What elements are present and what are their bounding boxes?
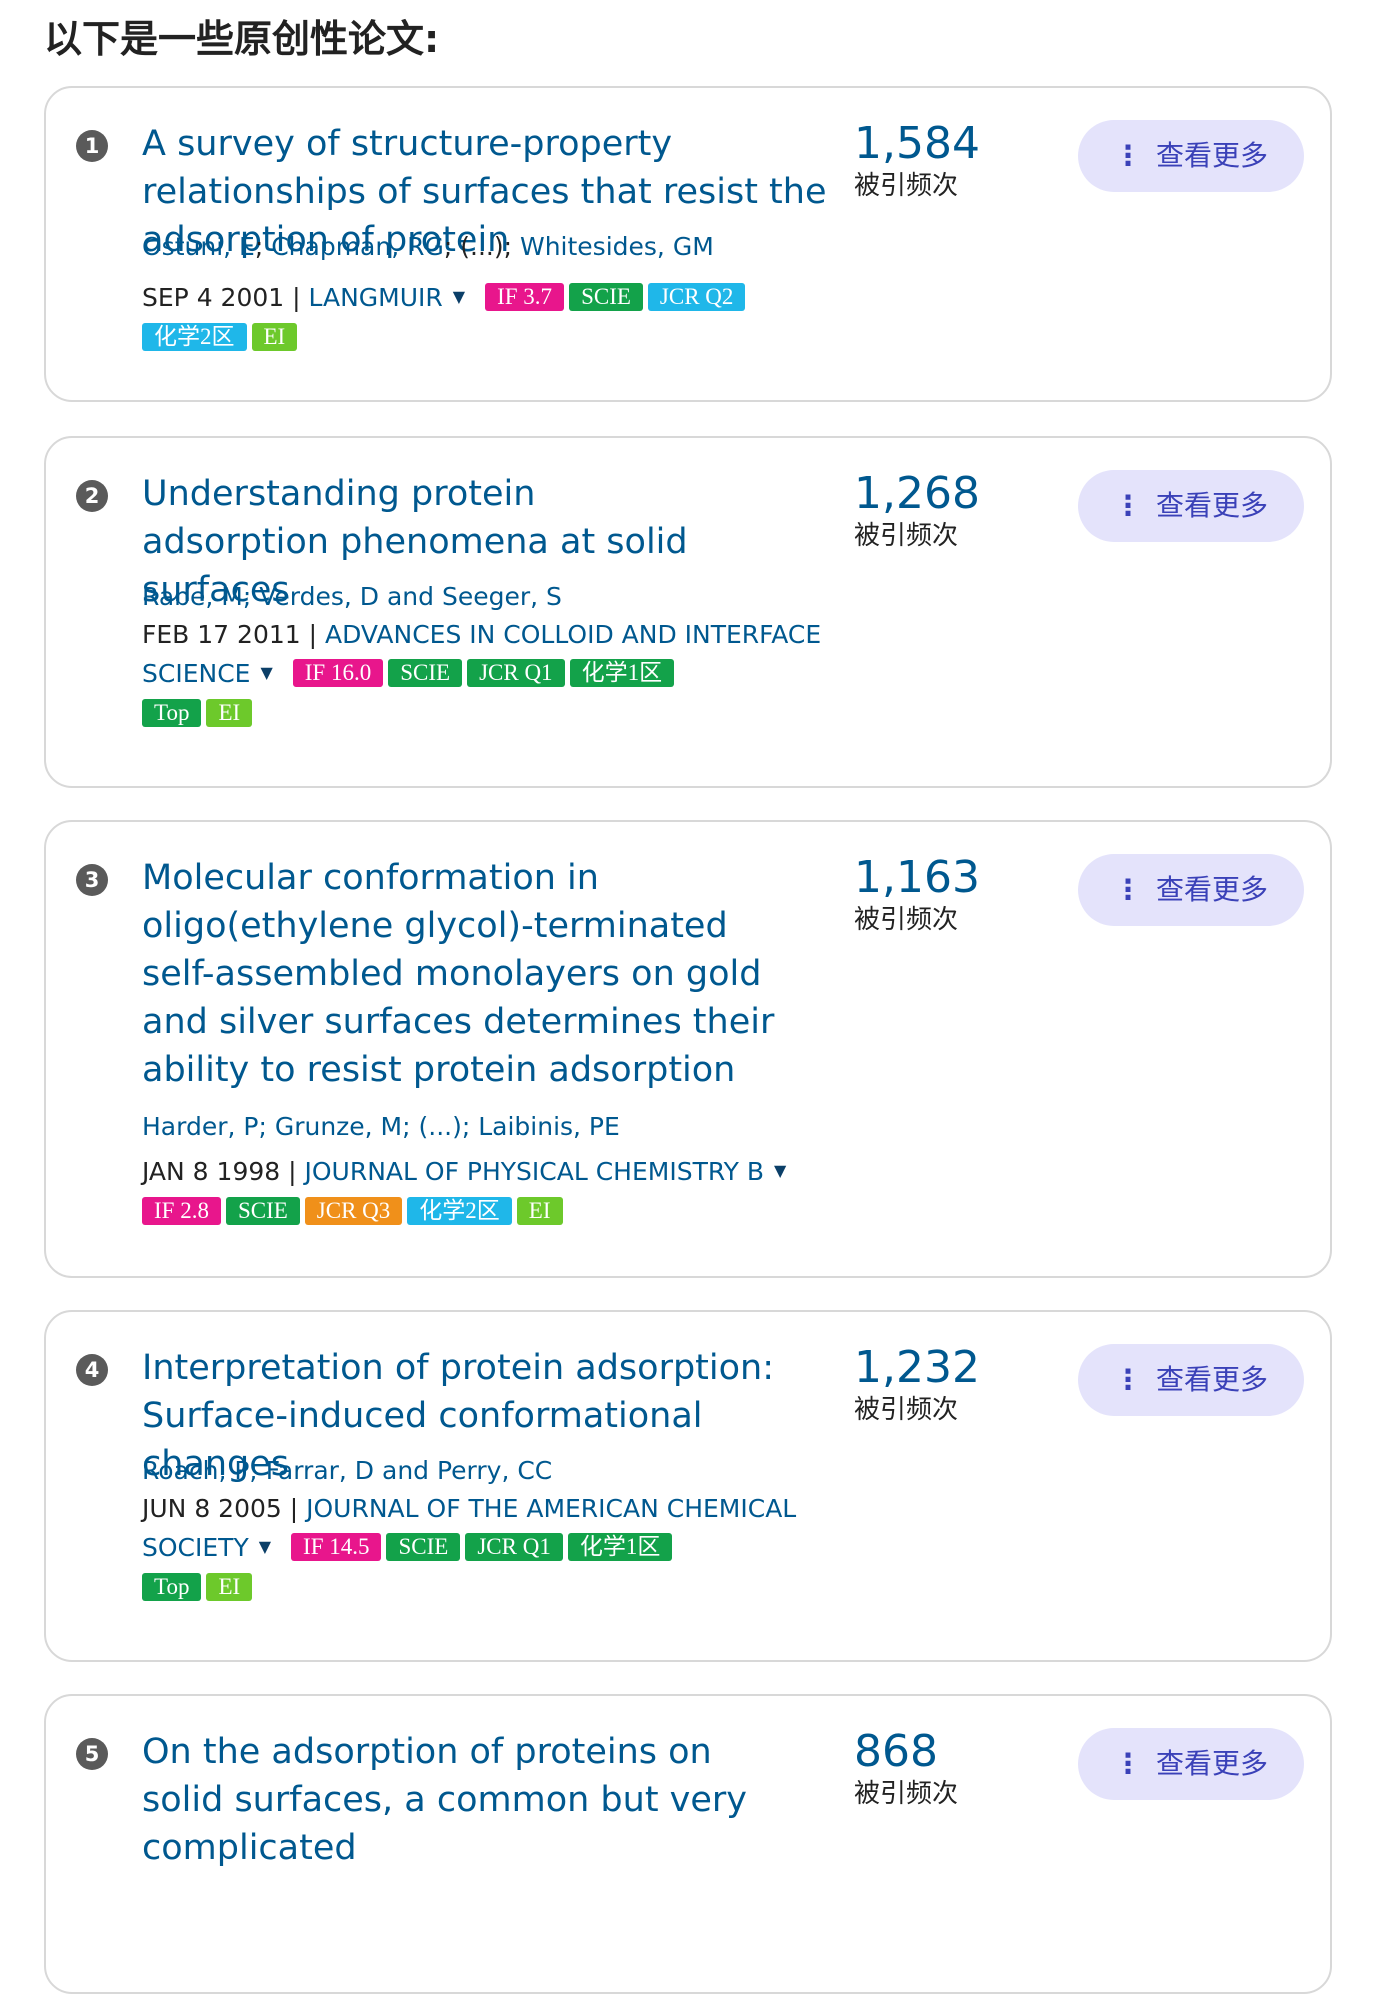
pub-date: JAN 8 1998 [142,1157,281,1186]
citation-block: 1,584 被引频次 [854,118,980,202]
top-badge: Top [142,699,202,727]
citation-label: 被引频次 [854,521,959,551]
author-link[interactable]: Ostuni, E [142,232,255,261]
caret-down-icon[interactable]: ▼ [774,1152,786,1190]
citation-count[interactable]: 1,268 [854,468,980,520]
scie-badge: SCIE [388,659,463,687]
paper-authors[interactable]: Rabe, M; Verdes, D and Seeger, S [142,582,842,611]
citation-label: 被引频次 [854,171,959,201]
citation-count[interactable]: 1,163 [854,852,980,904]
view-more-button[interactable]: ⋮ 查看更多 [1078,470,1304,542]
paper-meta: JAN 8 1998 | JOURNAL OF PHYSICAL CHEMIST… [142,1152,842,1231]
cas-zone-badge: 化学2区 [142,323,247,351]
citation-block: 868 被引频次 [854,1726,958,1810]
paper-meta: JUN 8 2005 | JOURNAL OF THE AMERICAN CHE… [142,1494,797,1601]
journal-link[interactable]: LANGMUIR [309,283,443,312]
vertical-ellipsis-icon: ⋮ [1113,489,1142,522]
author-link[interactable]: Whitesides, GM [520,232,714,261]
paper-card-4: 4 Interpretation of protein adsorption: … [44,1310,1332,1662]
impact-factor-badge: IF 2.8 [142,1197,221,1225]
view-more-button[interactable]: ⋮ 查看更多 [1078,854,1304,926]
paper-meta: SEP 4 2001 | LANGMUIR ▼ IF 3.7 SCIE JCR Q2 化… [142,278,842,357]
pub-date: FEB 17 2011 [142,620,301,649]
view-more-label: 查看更多 [1155,489,1268,522]
view-more-label: 查看更多 [1155,1747,1268,1780]
paper-card-3: 3 Molecular conformation in oligo(ethyle… [44,820,1332,1278]
author-link[interactable]: Chapman, RG [271,232,444,261]
paper-card-1: 1 A survey of structure-property relatio… [44,86,1332,402]
ei-badge: EI [516,1197,563,1225]
scie-badge: SCIE [386,1533,461,1561]
view-more-label: 查看更多 [1155,1363,1268,1396]
paper-authors: Ostuni, E; Chapman, RG; (...); Whiteside… [142,232,714,261]
page: 以下是一些原创性论文: 1 A survey of structure-prop… [0,0,1380,1994]
vertical-ellipsis-icon: ⋮ [1113,139,1142,172]
cas-zone-badge: 化学1区 [569,659,675,687]
citation-label: 被引频次 [854,1395,959,1425]
ei-badge: EI [251,323,298,351]
vertical-ellipsis-icon: ⋮ [1113,1747,1142,1780]
journal-link[interactable]: JOURNAL OF PHYSICAL CHEMISTRY B [305,1157,765,1186]
impact-factor-badge: IF 14.5 [291,1533,382,1561]
paper-number-badge: 5 [76,1738,108,1770]
authors-ellipsis[interactable]: (...) [460,232,503,261]
page-heading: 以下是一些原创性论文: [44,17,440,61]
paper-card-5: 5 On the adsorption of proteins on solid… [44,1694,1332,1994]
paper-authors[interactable]: Harder, P; Grunze, M; (...); Laibinis, P… [142,1112,842,1141]
vertical-ellipsis-icon: ⋮ [1113,1363,1142,1396]
cas-zone-badge: 化学1区 [567,1533,673,1561]
paper-authors[interactable]: Roach, P; Farrar, D and Perry, CC [142,1456,842,1485]
paper-title-link[interactable]: On the adsorption of proteins on solid s… [142,1728,792,1872]
caret-down-icon[interactable]: ▼ [453,278,465,316]
pub-date: SEP 4 2001 [142,283,285,312]
citation-label: 被引频次 [854,905,959,935]
vertical-ellipsis-icon: ⋮ [1113,873,1142,906]
ei-badge: EI [206,1573,253,1601]
caret-down-icon[interactable]: ▼ [259,1528,271,1566]
view-more-label: 查看更多 [1155,139,1268,172]
cas-zone-badge: 化学2区 [407,1197,512,1225]
jcr-quartile-badge: JCR Q2 [647,283,746,311]
citation-count[interactable]: 868 [854,1726,958,1778]
jcr-quartile-badge: JCR Q1 [465,1533,563,1561]
scie-badge: SCIE [569,283,643,311]
citation-block: 1,268 被引频次 [854,468,980,552]
paper-number-badge: 1 [76,130,108,162]
view-more-button[interactable]: ⋮ 查看更多 [1078,120,1304,192]
scie-badge: SCIE [225,1197,300,1225]
paper-number-badge: 2 [76,480,108,512]
citation-block: 1,163 被引频次 [854,852,980,936]
top-badge: Top [142,1573,202,1601]
ei-badge: EI [206,699,253,727]
caret-down-icon[interactable]: ▼ [260,654,272,692]
citation-block: 1,232 被引频次 [854,1342,980,1426]
paper-number-badge: 3 [76,864,108,896]
view-more-button[interactable]: ⋮ 查看更多 [1078,1344,1304,1416]
paper-card-2: 2 Understanding protein adsorption pheno… [44,436,1332,788]
citation-label: 被引频次 [854,1779,959,1809]
view-more-label: 查看更多 [1155,873,1268,906]
impact-factor-badge: IF 16.0 [292,659,384,687]
citation-count[interactable]: 1,584 [854,118,980,170]
jcr-quartile-badge: JCR Q3 [304,1197,403,1225]
view-more-button[interactable]: ⋮ 查看更多 [1078,1728,1304,1800]
paper-meta: FEB 17 2011 | ADVANCES IN COLLOID AND IN… [142,620,822,727]
paper-title-link[interactable]: Molecular conformation in oligo(ethylene… [142,854,792,1094]
paper-number-badge: 4 [76,1354,108,1386]
impact-factor-badge: IF 3.7 [485,283,565,311]
citation-count[interactable]: 1,232 [854,1342,980,1394]
jcr-quartile-badge: JCR Q1 [467,659,565,687]
pub-date: JUN 8 2005 [142,1494,282,1523]
